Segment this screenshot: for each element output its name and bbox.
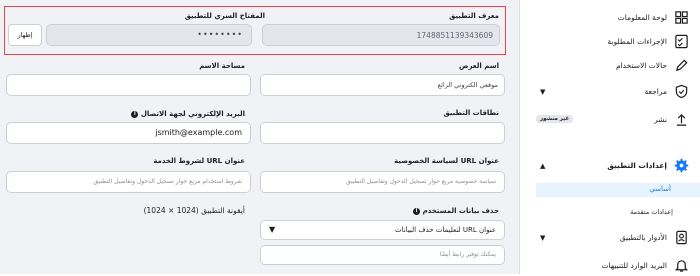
dashboard-icon	[675, 11, 688, 24]
info-icon[interactable]: i	[413, 207, 421, 215]
deletion-url-input[interactable]: يمكنك توفير رابط أيضًا	[260, 245, 505, 265]
data-deletion-label-row: حذف بيانات المستخدم i	[413, 207, 499, 215]
chevron-down-icon: ▼	[269, 225, 276, 234]
app-secret-value: ••••••••	[197, 30, 243, 39]
checklist-icon	[675, 34, 688, 49]
terms-url-placeholder: شروط استخدام مربع حوار تسجيل الدخول وتفا…	[93, 178, 242, 185]
sidebar-item-alerts-inbox[interactable]: البريد الوارد للتنبيهات	[520, 256, 700, 276]
sidebar: لوحة المعلومات الإجراءات المطلوبة حالات …	[519, 0, 700, 274]
sidebar-item-dashboard[interactable]: لوحة المعلومات	[520, 8, 700, 28]
sidebar-item-publish[interactable]: نشر غير منشور	[520, 110, 700, 130]
display-name-label: اسم العرض	[459, 62, 499, 70]
sidebar-item-app-roles[interactable]: الأدوار بالتطبيق ▼	[520, 228, 700, 248]
app-id-label: معرف التطبيق	[449, 12, 499, 20]
sidebar-subitem-label: أساسي	[649, 185, 671, 193]
app-domains-input[interactable]	[260, 122, 505, 144]
chevron-up-icon[interactable]: ▲	[540, 162, 545, 170]
privacy-url-input[interactable]: سياسة خصوصية مربع حوار تسجيل الدخول وتفا…	[260, 171, 505, 193]
sidebar-item-label: الأدوار بالتطبيق	[619, 233, 667, 242]
unpublished-badge: غير منشور	[536, 115, 574, 123]
sidebar-item-label: حالات الاستخدام	[615, 61, 667, 70]
chevron-down-icon[interactable]: ▼	[540, 234, 545, 242]
sidebar-item-label: الإجراءات المطلوبة	[607, 37, 667, 46]
namespace-label: مساحة الاسم	[199, 62, 245, 70]
data-deletion-label: حذف بيانات المستخدم	[422, 207, 499, 215]
upload-icon	[676, 113, 687, 126]
sidebar-item-label: نشر	[654, 115, 667, 124]
sidebar-item-required-actions[interactable]: الإجراءات المطلوبة	[520, 32, 700, 52]
sidebar-subitem-basic[interactable]: أساسي	[536, 183, 700, 197]
privacy-url-placeholder: سياسة خصوصية مربع حوار تسجيل الدخول وتفا…	[346, 178, 496, 185]
sidebar-item-review[interactable]: مراجعة ▼	[520, 82, 700, 102]
contact-email-input[interactable]: jsmith@example.com	[6, 122, 251, 144]
deletion-url-placeholder: يمكنك توفير رابط أيضًا	[439, 251, 496, 258]
sidebar-item-label: البريد الوارد للتنبيهات	[601, 261, 667, 270]
terms-url-input[interactable]: شروط استخدام مربع حوار تسجيل الدخول وتفا…	[6, 171, 251, 193]
contact-email-label: البريد الإلكتروني لجهة الاتصال	[140, 110, 245, 118]
gear-icon	[674, 158, 689, 173]
namespace-input[interactable]	[6, 74, 251, 96]
display-name-input[interactable]: موقعي الكتروني الرائع	[260, 74, 505, 96]
privacy-url-label: عنوان URL لسياسة الخصوصية	[394, 157, 499, 165]
shield-check-icon	[675, 84, 688, 99]
display-name-value: موقعي الكتروني الرائع	[437, 81, 498, 89]
bell-icon	[674, 260, 689, 272]
deletion-option-select[interactable]: عنوان URL لتعليمات حذف البيانات ▼	[260, 220, 505, 240]
show-secret-button[interactable]: إظهار	[8, 24, 42, 46]
sidebar-subitem-advanced[interactable]: إعدادات متقدمة	[630, 208, 673, 216]
app-id-value: 1748851139343609	[416, 31, 493, 40]
contact-email-value: jsmith@example.com	[155, 128, 242, 137]
app-secret-label: المفتاح السري للتطبيق	[184, 12, 265, 20]
contact-email-label-row: البريد الإلكتروني لجهة الاتصال i	[131, 110, 245, 118]
sidebar-item-label: إعدادات التطبيق	[607, 161, 667, 170]
sidebar-item-use-cases[interactable]: حالات الاستخدام	[520, 56, 700, 76]
app-id-field[interactable]: 1748851139343609	[262, 24, 500, 46]
person-icon	[676, 230, 687, 245]
sidebar-item-app-settings[interactable]: إعدادات التطبيق ▲	[520, 156, 700, 176]
app-icon-label: أيقونة التطبيق (1024 × 1024)	[143, 206, 245, 215]
basic-settings-panel: معرف التطبيق 1748851139343609 المفتاح ال…	[0, 0, 519, 274]
sidebar-item-label: لوحة المعلومات	[617, 13, 667, 22]
sidebar-item-label: مراجعة	[644, 87, 667, 96]
chevron-down-icon[interactable]: ▼	[540, 88, 545, 96]
app-secret-field[interactable]: ••••••••	[46, 24, 252, 46]
info-icon[interactable]: i	[131, 110, 139, 118]
app-domains-label: نطاقات التطبيق	[443, 109, 500, 117]
terms-url-label: عنوان URL لشروط الخدمة	[153, 157, 245, 165]
pencil-icon	[675, 59, 688, 72]
deletion-option-value: عنوان URL لتعليمات حذف البيانات	[395, 226, 496, 234]
